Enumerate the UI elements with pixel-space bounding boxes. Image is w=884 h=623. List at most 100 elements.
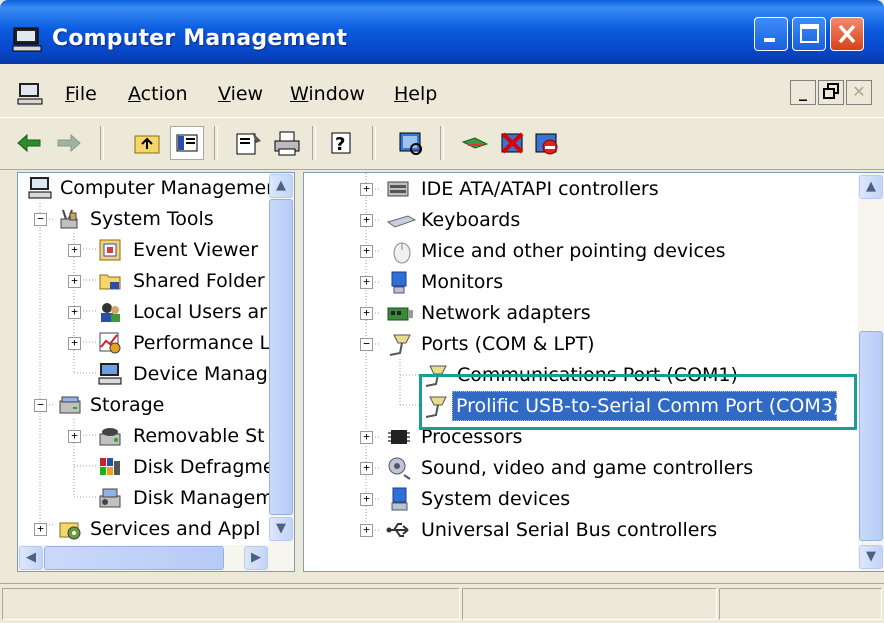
expand-toggle[interactable]: + [360,307,373,320]
console-tree-pane[interactable]: Computer Managemer − System Tools + Even… [17,172,295,572]
scan-hardware-icon[interactable] [396,129,426,157]
menu-help[interactable]: Help [394,83,437,105]
device-manager-pane[interactable]: + IDE ATA/ATAPI controllers + Keyboards … [303,172,884,572]
expand-toggle[interactable]: + [360,214,373,227]
tree-item-label: Services and Appl [90,518,261,540]
sound-icon [386,455,412,490]
device-label: Ports (COM & LPT) [421,333,595,355]
properties-icon[interactable] [234,129,264,157]
menu-window[interactable]: Window [290,83,365,105]
device-label: Network adapters [421,302,591,324]
tree-item-label: Storage [90,394,165,416]
collapse-toggle[interactable]: − [34,213,47,226]
expand-toggle[interactable]: + [360,431,373,444]
scroll-down-button[interactable]: ▼ [859,545,883,569]
status-panel-right [719,588,882,620]
tree-item-label: Local Users ar [133,301,267,323]
tree-item-label: Removable St [133,425,265,447]
annotation-highlight-box [419,374,857,430]
menu-label-rest: elp [408,83,438,105]
expand-toggle[interactable]: + [68,306,81,319]
menu-accelerator: V [218,83,231,105]
disable-icon[interactable] [532,129,562,157]
scroll-thumb[interactable] [859,331,883,541]
close-button[interactable] [830,17,864,51]
toolbar-separator [372,126,376,160]
tree-item-label: Event Viewer [133,239,259,261]
scroll-thumb[interactable] [44,546,224,570]
mouse-icon [390,238,414,273]
uninstall-icon[interactable] [498,129,528,157]
tree-item-label: Computer Managemer [60,177,274,199]
tree-item-label: Shared Folder [133,270,265,292]
menu-accelerator: H [394,83,409,105]
scroll-thumb[interactable] [269,199,293,515]
keyboard-icon [386,208,417,241]
toolbar-separator [100,126,104,160]
expand-toggle[interactable]: + [360,524,373,537]
expand-toggle[interactable]: + [360,276,373,289]
device-label: Sound, video and game controllers [421,457,754,479]
computer-management-window: Computer Management File Action View Win… [0,0,884,623]
scroll-up-button[interactable]: ▲ [269,174,293,198]
child-restore-button[interactable] [818,80,844,105]
menu-file[interactable]: File [65,83,97,105]
event-viewer-icon [98,238,122,271]
expand-toggle[interactable]: + [34,523,47,536]
menu-accelerator: W [290,83,309,105]
maximize-button[interactable] [792,17,826,51]
menu-action[interactable]: Action [128,83,188,105]
expand-toggle[interactable]: + [68,275,81,288]
menu-label-rest: indow [308,83,365,105]
svg-text:?: ? [335,134,345,155]
system-devices-icon [388,486,412,521]
right-vertical-scrollbar[interactable]: ▲ ▼ [858,173,884,571]
computer-icon [17,82,43,110]
ide-controller-icon [386,177,410,210]
forward-arrow-icon[interactable] [54,129,84,157]
expand-toggle[interactable]: + [360,183,373,196]
scroll-down-button[interactable]: ▼ [269,517,293,541]
print-icon[interactable] [272,129,302,157]
child-minimize-button[interactable]: _ [790,80,816,105]
monitor-icon [388,270,412,305]
tree-item-label: Device Manag [133,363,268,385]
back-arrow-icon[interactable] [14,129,44,157]
device-label: Keyboards [421,209,521,231]
menu-accelerator: A [128,83,141,105]
scroll-up-button[interactable]: ▲ [859,175,883,199]
expand-toggle[interactable]: + [360,245,373,258]
expand-toggle[interactable]: + [360,493,373,506]
title-bar[interactable]: Computer Management [0,0,884,64]
expand-toggle[interactable]: + [68,244,81,257]
status-panel-main [2,588,460,620]
expand-toggle[interactable]: + [68,337,81,350]
toolbar-separator [214,126,218,160]
tree-item-label: Disk Defragme [133,456,275,478]
menu-label-rest: iew [230,83,264,105]
help-icon[interactable]: ? [328,129,358,157]
up-one-level-icon[interactable] [132,129,162,157]
update-driver-icon[interactable] [460,129,490,157]
collapse-toggle[interactable]: − [360,338,373,351]
child-close-button[interactable]: ✕ [846,80,872,105]
device-label: Universal Serial Bus controllers [421,519,718,541]
collapse-toggle[interactable]: − [34,399,47,412]
left-vertical-scrollbar[interactable]: ▲ ▼ [269,173,294,545]
device-label: IDE ATA/ATAPI controllers [421,178,659,200]
left-horizontal-scrollbar[interactable]: ◀ ▶ [18,545,294,571]
computer-icon [28,176,52,209]
show-hide-console-tree-icon[interactable] [170,126,204,160]
scroll-right-button[interactable]: ▶ [244,546,268,570]
device-label: System devices [421,488,571,510]
expand-toggle[interactable]: + [360,462,373,475]
minimize-button[interactable] [754,17,788,51]
defrag-icon [98,455,122,488]
usb-icon [386,518,412,551]
computer-icon [12,27,42,57]
expand-toggle[interactable]: + [68,430,81,443]
scroll-left-button[interactable]: ◀ [19,546,43,570]
menu-view[interactable]: View [218,83,263,105]
device-label: Monitors [421,271,504,293]
toolbar-separator [312,126,316,160]
